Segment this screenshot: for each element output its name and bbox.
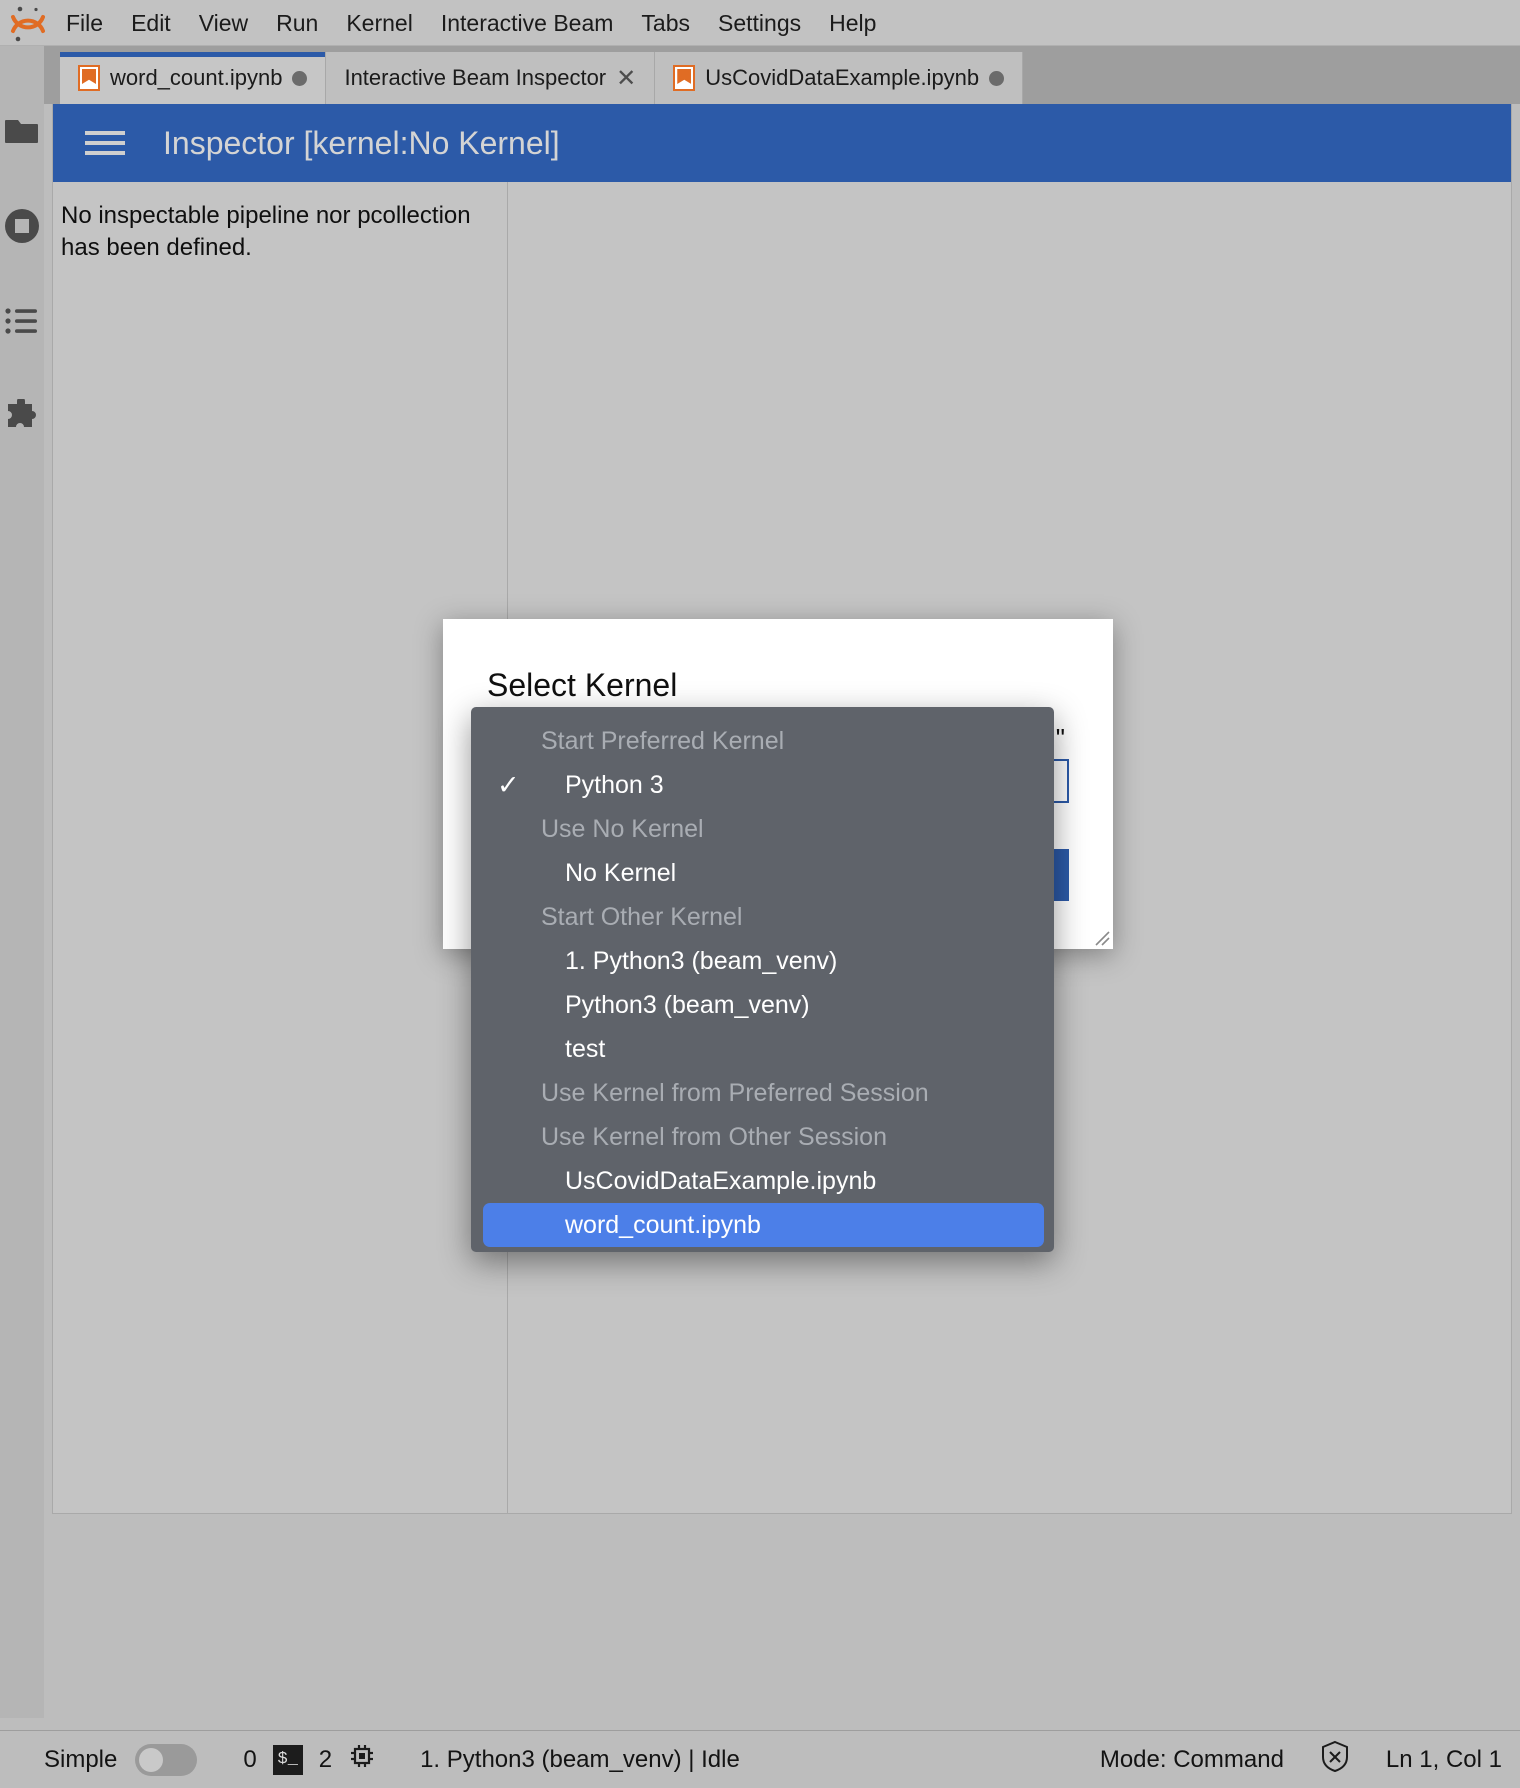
puzzle-icon: [4, 397, 40, 438]
menu-run[interactable]: Run: [262, 0, 332, 46]
stop-circle-icon: [4, 208, 40, 249]
left-activity-bar: [0, 46, 44, 1718]
kernel-menu-group-label: Use Kernel from Preferred Session: [541, 1078, 929, 1107]
terminal-count: 0: [243, 1745, 257, 1773]
status-simple-mode[interactable]: Simple: [0, 1743, 198, 1776]
kernel-menu-group-header: Use No Kernel: [471, 807, 1054, 851]
menu-edit[interactable]: Edit: [117, 0, 185, 46]
kernel-menu-item[interactable]: No Kernel: [471, 851, 1054, 895]
notebook-icon: [673, 65, 696, 91]
dialog-text-fragment: ": [1055, 723, 1065, 753]
tab-label: UsCovidDataExample.ipynb: [705, 65, 980, 90]
terminal-icon: $_: [272, 1744, 303, 1775]
kernel-menu-group-header: Use Kernel from Preferred Session: [471, 1071, 1054, 1115]
menu-kernel[interactable]: Kernel: [332, 0, 426, 46]
hamburger-menu-icon[interactable]: [85, 131, 125, 155]
resize-handle-icon[interactable]: [1092, 928, 1110, 946]
menu-settings[interactable]: Settings: [704, 0, 815, 46]
status-cursor-position: Ln 1, Col 1: [1385, 1745, 1502, 1773]
kernel-menu-item-label: word_count.ipynb: [565, 1210, 761, 1239]
menu-interactive-beam[interactable]: Interactive Beam: [427, 0, 628, 46]
kernel-menu-group-header: Start Preferred Kernel: [471, 719, 1054, 763]
inspector-header: Inspector [kernel:No Kernel]: [53, 104, 1511, 182]
shield-off-icon[interactable]: [1320, 1740, 1350, 1779]
tab-interactive-beam-inspector[interactable]: Interactive Beam Inspector ✕: [326, 52, 656, 104]
kernel-menu-item[interactable]: word_count.ipynb: [483, 1203, 1044, 1247]
kernel-menu-item-label: No Kernel: [565, 858, 677, 887]
kernel-menu-item-label: Python3 (beam_venv): [565, 990, 810, 1019]
kernel-menu-item[interactable]: Python3 (beam_venv): [471, 983, 1054, 1027]
kernel-menu-item[interactable]: 1. Python3 (beam_venv): [471, 939, 1054, 983]
folder-icon: [5, 116, 39, 151]
simple-mode-toggle[interactable]: [135, 1743, 198, 1776]
kernel-menu-group-header: Start Other Kernel: [471, 895, 1054, 939]
notebook-icon: [78, 65, 100, 91]
kernel-menu-group-label: Use Kernel from Other Session: [541, 1122, 887, 1151]
inspector-empty-message: No inspectable pipeline nor pcollection …: [61, 202, 471, 261]
kernel-select-dropdown[interactable]: Start Preferred Kernel ✓ Python 3 Use No Ke…: [471, 707, 1054, 1252]
kernel-menu-item-label: Python 3: [565, 770, 664, 799]
tab-bar: word_count.ipynb Interactive Beam Inspec…: [44, 46, 1520, 104]
menu-view[interactable]: View: [185, 0, 262, 46]
sidebar-item-file-browser[interactable]: [0, 86, 44, 181]
kernel-menu-item[interactable]: test: [471, 1027, 1054, 1071]
menu-bar: File Edit View Run Kernel Interactive Be…: [0, 0, 1520, 46]
sidebar-item-running-sessions[interactable]: [0, 181, 44, 276]
status-running-counts[interactable]: 0 $_ 2: [197, 1742, 376, 1777]
jupyterlab-window: File Edit View Run Kernel Interactive Be…: [0, 0, 1520, 1788]
status-kernel-name[interactable]: 1. Python3 (beam_venv) | Idle: [376, 1746, 740, 1774]
cpu-icon: [348, 1742, 376, 1777]
kernel-menu-group-label: Use No Kernel: [541, 814, 704, 843]
dialog-title: Select Kernel: [487, 667, 678, 703]
sidebar-item-commands[interactable]: [0, 276, 44, 371]
tab-label: word_count.ipynb: [110, 65, 283, 90]
kernel-menu-group-label: Start Other Kernel: [541, 902, 743, 931]
kernel-menu-item[interactable]: UsCovidDataExample.ipynb: [471, 1159, 1054, 1203]
simple-mode-label: Simple: [44, 1745, 118, 1773]
menu-tabs[interactable]: Tabs: [627, 0, 704, 46]
menu-file[interactable]: File: [52, 0, 117, 46]
status-mode: Mode: Command: [1099, 1745, 1284, 1773]
unsaved-dot-icon: [292, 70, 308, 86]
close-icon[interactable]: ✕: [616, 64, 636, 93]
status-right-group: Mode: Command Ln 1, Col 1: [1100, 1740, 1520, 1779]
kernel-menu-group-label: Start Preferred Kernel: [541, 726, 785, 755]
sidebar-item-extensions[interactable]: [0, 371, 44, 466]
tab-uscoviddataexample[interactable]: UsCovidDataExample.ipynb: [655, 52, 1024, 104]
kernel-menu-item-label: 1. Python3 (beam_venv): [565, 946, 838, 975]
status-bar: Simple 0 $_ 2 1. Python3 (beam_venv) | I…: [0, 1730, 1520, 1788]
unsaved-dot-icon: [989, 70, 1005, 86]
tab-word-count[interactable]: word_count.ipynb: [60, 52, 327, 104]
kernel-menu-item-label: test: [565, 1034, 606, 1063]
kernel-menu-group-header: Use Kernel from Other Session: [471, 1115, 1054, 1159]
tab-label: Interactive Beam Inspector: [344, 65, 607, 90]
kernel-menu-item[interactable]: ✓ Python 3: [471, 763, 1054, 807]
kernel-count: 2: [318, 1745, 333, 1773]
jupyter-logo[interactable]: [0, 0, 52, 46]
inspector-list-pane: No inspectable pipeline nor pcollection …: [53, 182, 508, 1513]
menu-help[interactable]: Help: [815, 0, 890, 46]
kernel-menu-item-label: UsCovidDataExample.ipynb: [565, 1166, 877, 1195]
check-icon: ✓: [497, 769, 520, 800]
page-title: Inspector [kernel:No Kernel]: [163, 124, 560, 161]
list-icon: [5, 307, 39, 340]
